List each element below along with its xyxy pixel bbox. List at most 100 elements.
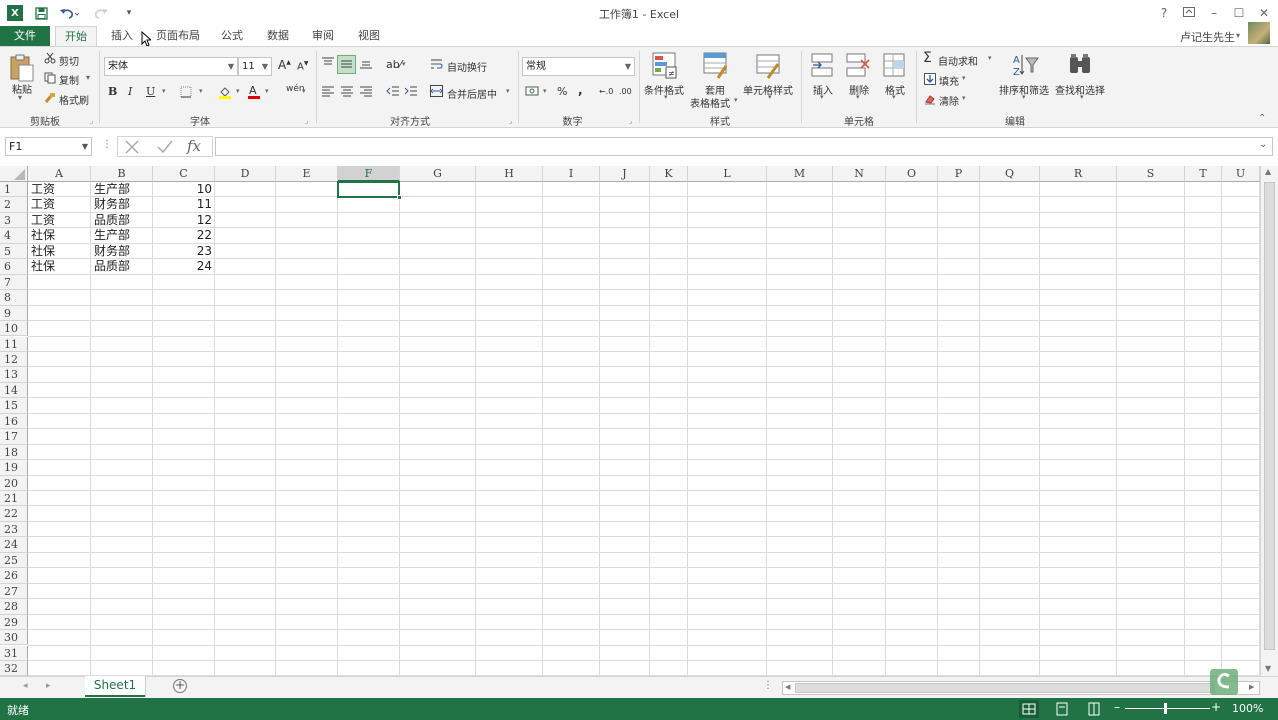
cell-c4[interactable]: 22 [156, 228, 212, 243]
cell-c2[interactable]: 11 [156, 197, 212, 212]
insert-cells-dropdown-icon[interactable]: ▾ [820, 93, 824, 101]
zoom-level[interactable]: 100% [1232, 702, 1263, 715]
row-header-25[interactable]: 25 [0, 552, 28, 569]
format-as-table-dropdown-icon[interactable]: ▾ [734, 96, 738, 104]
cell-a4[interactable]: 社保 [31, 228, 88, 243]
ribbon-display-options-icon[interactable] [1178, 4, 1200, 22]
cell-b4[interactable]: 生产部 [94, 228, 150, 243]
zoom-out-icon[interactable]: – [1114, 700, 1120, 714]
insert-function-button[interactable]: fx [187, 137, 201, 155]
fill-dropdown-icon[interactable]: ▾ [962, 74, 966, 82]
accounting-format-icon[interactable] [525, 85, 541, 100]
scroll-left-icon[interactable]: ◀ [785, 683, 790, 691]
normal-view-icon[interactable] [1019, 700, 1039, 718]
underline-button[interactable]: U [146, 85, 155, 98]
copy-icon[interactable] [44, 72, 56, 87]
cell-b1[interactable]: 生产部 [94, 182, 150, 197]
row-header-5[interactable]: 5 [0, 243, 28, 260]
tab-formulas[interactable]: 公式 [214, 26, 250, 46]
clear-dropdown-icon[interactable]: ▾ [962, 94, 966, 102]
row-header-27[interactable]: 27 [0, 583, 28, 600]
row-header-4[interactable]: 4 [0, 228, 28, 244]
delete-cells-dropdown-icon[interactable]: ▾ [856, 93, 860, 101]
column-header-m[interactable]: M [767, 166, 833, 182]
row-header-3[interactable]: 3 [0, 212, 28, 229]
column-header-n[interactable]: N [833, 166, 886, 182]
row-header-17[interactable]: 17 [0, 429, 28, 445]
conditional-formatting-icon[interactable]: ≠ [652, 52, 678, 83]
increase-font-size-icon[interactable]: A▲ [278, 58, 291, 72]
tab-page-layout[interactable]: 页面布局 [150, 26, 206, 46]
previous-sheet-icon[interactable]: ◂ [23, 681, 28, 691]
increase-decimal-icon[interactable]: ←.0 [599, 87, 613, 96]
row-header-15[interactable]: 15 [0, 398, 28, 414]
collapse-ribbon-icon[interactable]: ⌃ [1258, 113, 1266, 124]
wrap-text-button[interactable]: 自动换行 [447, 59, 487, 74]
row-header-28[interactable]: 28 [0, 599, 28, 615]
formula-input[interactable] [215, 137, 1273, 156]
column-header-o[interactable]: O [886, 166, 938, 182]
merge-dropdown-icon[interactable]: ▾ [506, 87, 510, 95]
autosum-dropdown-icon[interactable]: ▾ [988, 54, 992, 62]
font-color-icon[interactable]: A [247, 84, 261, 102]
minimize-icon[interactable]: – [1203, 4, 1225, 22]
align-center-icon[interactable] [340, 85, 354, 100]
horizontal-scrollbar[interactable]: ◀ ▶ [782, 681, 1260, 695]
merge-center-icon[interactable] [430, 85, 443, 100]
increase-indent-icon[interactable] [404, 85, 418, 100]
active-cell-selection[interactable] [337, 181, 402, 201]
tab-home[interactable]: 开始 [55, 26, 97, 47]
orientation-dropdown-icon[interactable]: ▾ [402, 60, 406, 68]
cell-b5[interactable]: 财务部 [94, 244, 150, 259]
row-header-19[interactable]: 19 [0, 460, 28, 476]
wrap-text-icon[interactable] [430, 58, 443, 73]
format-cells-dropdown-icon[interactable]: ▾ [892, 93, 896, 101]
cell-a3[interactable]: 工资 [31, 213, 88, 228]
align-left-icon[interactable] [321, 85, 335, 100]
fill-handle[interactable] [397, 195, 402, 201]
help-button[interactable]: ? [1153, 4, 1175, 22]
fill-color-dropdown-icon[interactable]: ▾ [236, 87, 240, 95]
column-header-d[interactable]: D [215, 166, 276, 182]
paste-icon[interactable] [8, 53, 36, 83]
tab-split-handle-icon[interactable]: ⋮ [763, 680, 773, 691]
tab-file[interactable]: 文件 [0, 26, 50, 46]
name-box-dropdown-icon[interactable]: ▼ [82, 138, 88, 155]
italic-button[interactable]: I [128, 85, 132, 98]
confirm-entry-icon[interactable] [156, 139, 174, 158]
row-header-8[interactable]: 8 [0, 290, 28, 306]
cancel-entry-icon[interactable] [124, 139, 140, 158]
row-header-29[interactable]: 29 [0, 614, 28, 631]
find-select-icon[interactable] [1068, 52, 1094, 81]
cell-b2[interactable]: 财务部 [94, 197, 150, 212]
vertical-scroll-thumb[interactable] [1264, 182, 1275, 650]
row-header-9[interactable]: 9 [0, 305, 28, 322]
cell-a6[interactable]: 社保 [31, 259, 88, 274]
cell-styles-dropdown-icon[interactable]: ▾ [768, 93, 772, 101]
format-cells-icon[interactable] [883, 52, 907, 83]
scroll-down-icon[interactable]: ▼ [1265, 664, 1271, 673]
sheet-tab-sheet1[interactable]: Sheet1 [85, 676, 145, 697]
vertical-scrollbar[interactable]: ▲ ▼ [1260, 166, 1278, 676]
accounting-dropdown-icon[interactable]: ▾ [543, 87, 547, 95]
borders-dropdown-icon[interactable]: ▾ [199, 87, 203, 95]
decrease-indent-icon[interactable] [386, 85, 400, 100]
row-header-18[interactable]: 18 [0, 444, 28, 461]
column-header-i[interactable]: I [543, 166, 600, 182]
decrease-font-size-icon[interactable]: A▼ [297, 60, 308, 72]
delete-cells-icon[interactable] [846, 52, 872, 83]
worksheet-grid[interactable]: ABCDEFGHIJKLMNOPQRSTU 1 2 3 4 5 6 7 8 9 10 11 12 13 1… [0, 166, 1260, 676]
cell-styles-icon[interactable] [756, 52, 782, 83]
cell-c1[interactable]: 10 [156, 182, 212, 197]
row-header-20[interactable]: 20 [0, 475, 28, 491]
top-align-icon[interactable] [321, 57, 335, 72]
column-header-p[interactable]: P [938, 166, 980, 182]
zoom-in-icon[interactable]: + [1211, 700, 1221, 714]
clear-button[interactable]: 清除 [939, 93, 959, 108]
orientation-icon[interactable]: ab⁄ [386, 58, 402, 71]
next-sheet-icon[interactable]: ▸ [46, 681, 51, 691]
font-color-dropdown-icon[interactable]: ▾ [265, 87, 269, 95]
font-name-dropdown-icon[interactable]: ▼ [228, 58, 234, 75]
fill-icon[interactable] [924, 73, 936, 88]
cut-icon[interactable] [44, 52, 56, 67]
